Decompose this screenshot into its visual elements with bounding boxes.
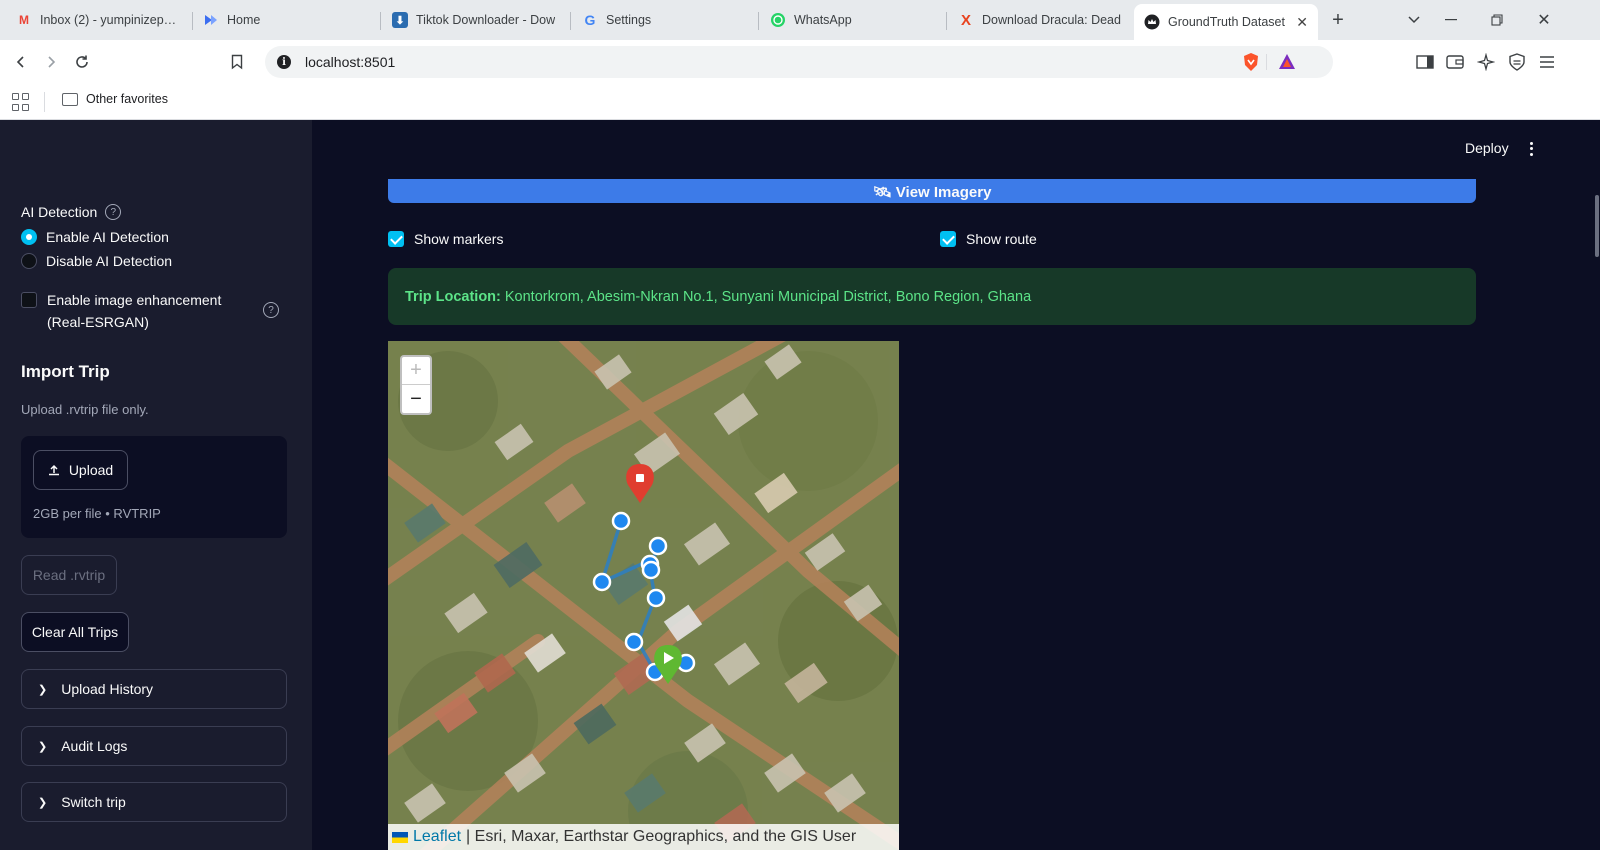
tab-whatsapp[interactable]: WhatsApp [760,4,945,36]
tab-tiktok-downloader[interactable]: ⬇ Tiktok Downloader - Dow [382,4,569,36]
leo-ai-icon[interactable] [1474,50,1498,74]
map-attribution: Leaflet | Esri, Maxar, Earthstar Geograp… [388,824,899,850]
chevron-right-icon: ❯ [38,796,48,809]
upload-icon [48,464,59,476]
radio-enable-ai[interactable]: Enable AI Detection [21,229,169,245]
deploy-button[interactable]: Deploy [1465,140,1509,156]
crown-icon [1144,14,1160,30]
expander-upload-history[interactable]: ❯ Upload History [21,669,287,709]
browser-toolbar: i localhost:8501 [0,40,1600,84]
upload-button[interactable]: Upload [33,450,128,490]
tab-groundtruth[interactable]: GroundTruth Dataset ✕ [1134,4,1318,40]
more-options-icon[interactable] [1530,139,1533,158]
ai-detection-label: AI Detection ? [21,204,122,220]
checkbox-checked-icon [388,231,404,247]
upload-limit-caption: 2GB per file • RVTRIP [33,506,161,521]
expander-audit-logs[interactable]: ❯ Audit Logs [21,726,287,766]
brave-rewards-icon[interactable] [1277,52,1297,72]
import-trip-heading: Import Trip [21,362,110,381]
chevron-right-icon: ❯ [38,683,48,696]
tab-settings[interactable]: G Settings [572,4,757,36]
tab-search-chevron-icon[interactable] [1400,6,1428,34]
gmail-icon: M [19,13,29,27]
view-imagery-button[interactable]: 🛰 View Imagery [388,179,1476,203]
help-icon[interactable]: ? [105,204,122,220]
minimize-icon[interactable] [1437,6,1465,34]
clear-all-trips-button[interactable]: Clear All Trips [21,612,129,652]
clipchamp-icon [203,12,219,28]
show-route-checkbox[interactable]: Show route [940,231,1037,247]
satellite-map[interactable]: + − Leaflet | Esri, Maxar, Earthstar Geo… [388,341,899,850]
sidebar-toggle-icon[interactable] [1413,50,1437,74]
ukraine-flag-icon [392,831,408,843]
main-content: Deploy 🛰 View Imagery Show markers Show … [312,120,1600,850]
zoom-in-button[interactable]: + [402,357,430,385]
checkbox-icon [21,292,37,308]
google-icon: G [584,12,596,28]
enhancement-help-icon[interactable]: ? [263,302,279,318]
main-scrollbar[interactable] [1595,195,1599,257]
bookmark-icon[interactable] [223,48,251,76]
bookmarks-bar: Other favorites [0,84,1600,120]
map-tiles [388,341,899,850]
leaflet-link[interactable]: Leaflet [413,828,461,846]
radio-selected-icon [21,229,37,245]
site-info-icon[interactable]: i [277,55,291,69]
tab-gmail[interactable]: M Inbox (2) - yumpinizephar [6,4,191,36]
file-uploader-dropzone[interactable]: Upload 2GB per file • RVTRIP [21,436,287,538]
expander-switch-trip[interactable]: ❯ Switch trip [21,782,287,822]
zoom-out-button[interactable]: − [402,385,430,413]
chevron-right-icon: ❯ [38,740,48,753]
sidebar: AI Detection ? Enable AI Detection Disab… [0,120,312,850]
checkbox-checked-icon [940,231,956,247]
satellite-icon: 🛰 [872,184,896,201]
close-window-icon[interactable]: ✕ [1530,6,1558,34]
radio-unselected-icon [21,253,37,269]
tab-home[interactable]: Home [193,4,378,36]
browser-tab-strip: M Inbox (2) - yumpinizephar Home ⬇ Tikto… [0,0,1600,40]
trip-location-value: Kontorkrom, Abesim-Nkran No.1, Sunyani M… [504,288,1032,305]
vpn-shield-icon[interactable] [1505,50,1529,74]
tab-dracula[interactable]: X Download Dracula: Dead [948,4,1133,36]
whatsapp-icon [770,12,786,28]
trip-location-label: Trip Location: [405,288,501,305]
url-text: localhost:8501 [305,54,396,70]
bookmark-folder-other[interactable]: Other favorites [62,92,168,106]
restore-icon[interactable] [1483,6,1511,34]
folder-icon [62,92,78,106]
back-icon[interactable] [7,48,35,76]
read-rvtrip-button[interactable]: Read .rvtrip [21,555,117,595]
enhancement-checkbox[interactable]: Enable image enhancement (Real-ESRGAN) [21,289,261,333]
show-markers-checkbox[interactable]: Show markers [388,231,503,247]
close-tab-icon[interactable]: ✕ [1288,14,1308,31]
menu-icon[interactable] [1535,50,1559,74]
radio-disable-ai[interactable]: Disable AI Detection [21,253,172,269]
map-zoom-control: + − [400,355,432,415]
download-icon: ⬇ [392,12,408,28]
new-tab-icon[interactable]: + [1324,6,1352,34]
wallet-icon[interactable] [1443,50,1467,74]
x-icon: X [960,11,971,29]
apps-grid-icon[interactable] [12,93,30,111]
import-caption: Upload .rvtrip file only. [21,402,149,417]
trip-location-alert: Trip Location: Kontorkrom, Abesim-Nkran … [388,268,1476,325]
reload-icon[interactable] [68,48,96,76]
brave-shield-icon[interactable] [1241,52,1261,72]
address-bar[interactable]: i localhost:8501 [265,46,1333,78]
forward-icon[interactable] [37,48,65,76]
